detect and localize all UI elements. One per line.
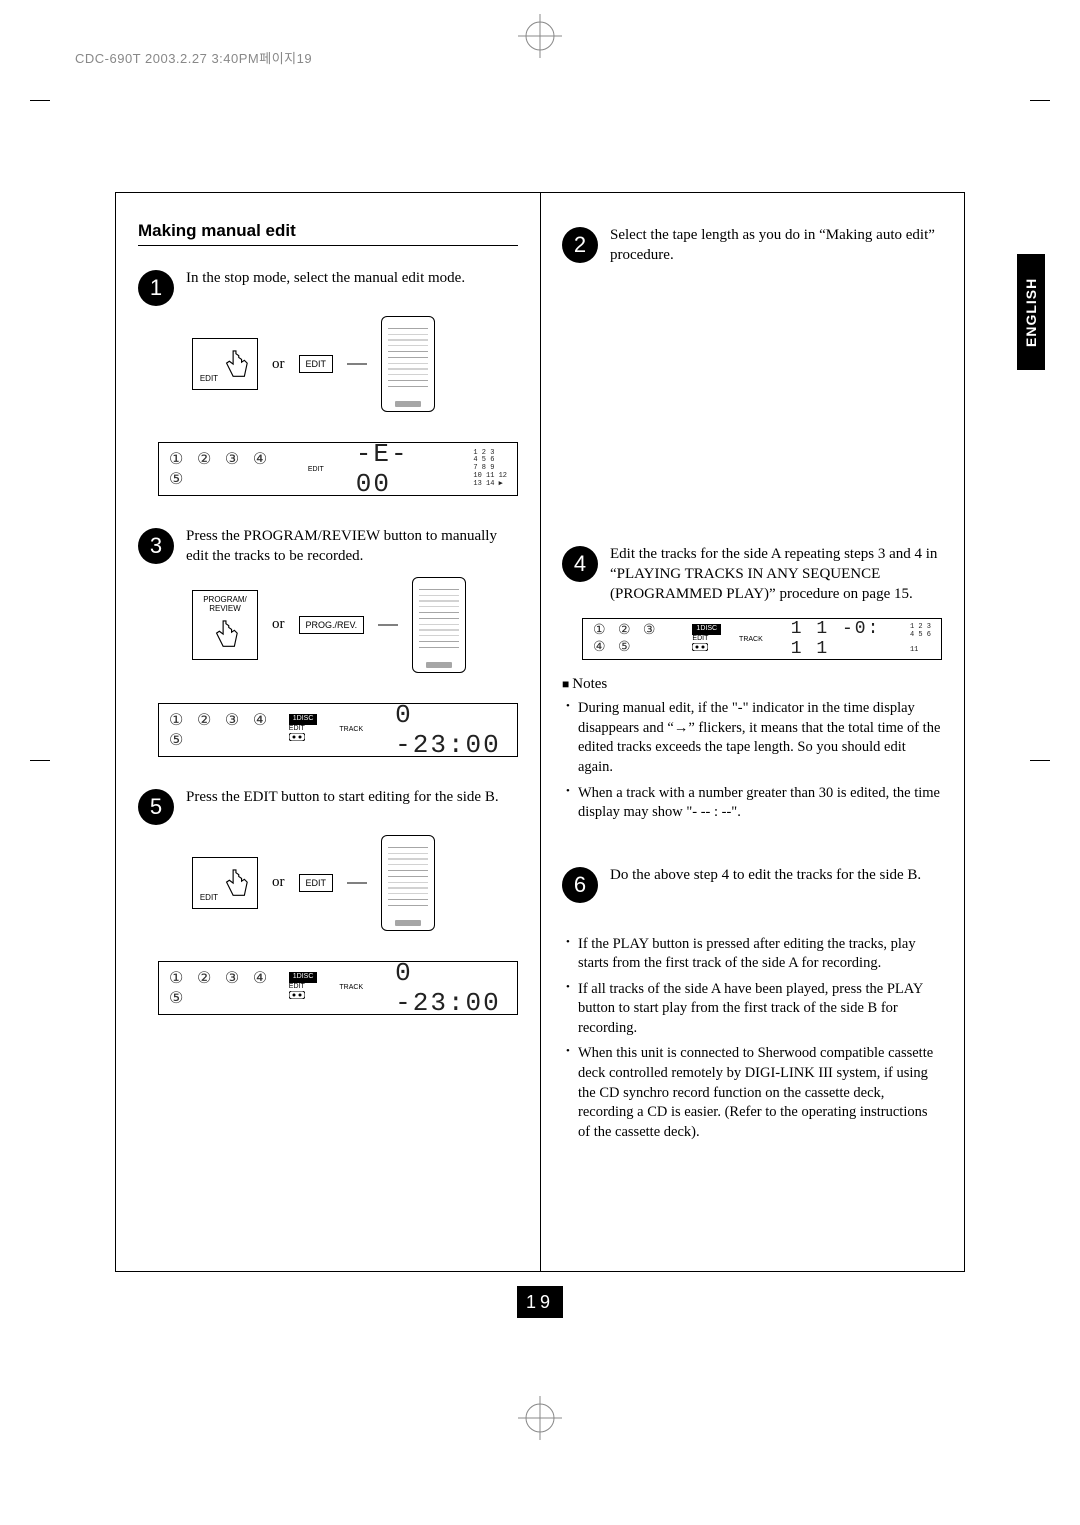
track-label: TRACK [339,984,363,991]
edit-indicator-label: EDIT [308,466,324,473]
right-column: 2 Select the tape length as you do in “M… [540,193,964,1271]
note-item: If all tracks of the side A have been pl… [566,980,942,1039]
disc-indicators: ① ② ③ ④ ⑤ [169,449,290,489]
note-item: When this unit is connected to Sherwood … [566,1044,942,1142]
spacer [562,829,942,865]
edit-remote-label: EDIT [299,874,334,892]
step-number: 4 [562,546,598,582]
display-text: 1 1 -0: 1 1 [791,619,896,659]
remote-icon [381,835,435,931]
step-number: 1 [138,270,174,306]
disc-indicators: ① ② ③ ④ ⑤ [169,968,271,1008]
step-number: 2 [562,227,598,263]
step-number: 3 [138,528,174,564]
remote-icon [381,316,435,412]
step3-controls: PROGRAM/ REVIEW or PROG./REV. [192,577,518,673]
or-label: or [272,616,285,633]
page-number: 19 [517,1286,563,1318]
crop-tick [30,760,50,761]
step6-notes: If the PLAY button is pressed after edit… [562,935,942,1143]
crop-tick [30,100,50,101]
hand-icon [210,619,240,651]
callout-line [347,876,367,890]
language-tab: ENGLISH [1017,254,1045,370]
spacer [562,276,942,544]
disc-indicators: ① ② ③ ④ ⑤ [593,622,678,656]
program-review-panel-button: PROGRAM/ REVIEW [192,590,258,660]
hand-icon [220,868,250,900]
side-a-icon [692,643,708,651]
step-2: 2 Select the tape length as you do in “M… [562,225,942,266]
section-title: Making manual edit [138,221,518,246]
edit-remote-label: EDIT [299,355,334,373]
display-text: 0 -23:00 [395,958,507,1018]
step5-display: ① ② ③ ④ ⑤ 1DISC EDIT TRACK 0 -23:00 [158,961,518,1015]
step5-controls: EDIT or EDIT [192,835,518,931]
crop-tick [1030,100,1050,101]
step3-display: ① ② ③ ④ ⑤ 1DISC EDIT TRACK 0 -23:00 [158,703,518,757]
crop-mark-top [518,14,562,63]
callout-line [347,357,367,371]
step-text: Press the PROGRAM/REVIEW button to manua… [186,526,518,567]
callout-line [378,618,398,632]
step1-display: ① ② ③ ④ ⑤ EDIT -E- 00 1 2 3 4 5 6 7 8 9 … [158,442,518,496]
disc-indicators: ① ② ③ ④ ⑤ [169,710,271,750]
or-label: or [272,356,285,373]
display-text: -E- 00 [356,439,456,499]
remote-icon [412,577,466,673]
step-number: 5 [138,789,174,825]
note-item: If the PLAY button is pressed after edit… [566,935,942,974]
display-indicators: 1DISC EDIT [289,972,322,1002]
left-column: Making manual edit 1 In the stop mode, s… [116,193,540,1271]
spacer [562,913,942,935]
print-header: CDC-690T 2003.2.27 3:40PM페이지19 [75,48,312,67]
display-text: 0 -23:00 [395,700,507,760]
step1-controls: EDIT or EDIT [192,316,518,412]
or-label: or [272,874,285,891]
note-item: When a track with a number greater than … [566,784,942,823]
display-indicators: 1DISC EDIT [692,624,725,654]
step4-display: ① ② ③ ④ ⑤ 1DISC EDIT TRACK 1 1 -0: 1 1 1… [582,618,942,660]
step-number: 6 [562,867,598,903]
track-label: TRACK [339,726,363,733]
step-5: 5 Press the EDIT button to start editing… [138,787,518,825]
step-3: 3 Press the PROGRAM/REVIEW button to man… [138,526,518,567]
side-a-icon [289,733,305,741]
crop-tick [1030,760,1050,761]
edit-panel-button: EDIT [192,857,258,909]
step-text: Press the EDIT button to start editing f… [186,787,518,825]
prog-remote-label: PROG./REV. [299,616,365,634]
page-content-frame: Making manual edit 1 In the stop mode, s… [115,192,965,1272]
step-4: 4 Edit the tracks for the side A repeati… [562,544,942,605]
note-item: During manual edit, if the "-" indicator… [566,699,942,777]
step4-notes: During manual edit, if the "-" indicator… [562,699,942,822]
edit-label: EDIT [200,893,218,902]
crop-mark-bottom [518,1396,562,1445]
display-indicators: 1DISC EDIT [289,714,322,744]
side-b-icon [289,991,305,999]
step-6: 6 Do the above step 4 to edit the tracks… [562,865,942,903]
display-track-grid: 1 2 3 4 5 6 7 8 9 10 11 12 13 14 ▶ [473,450,507,488]
step-text: In the stop mode, select the manual edit… [186,268,518,306]
hand-icon [220,349,250,381]
prog-rev-label: PROGRAM/ REVIEW [203,595,247,613]
edit-label: EDIT [200,374,218,383]
notes-heading: Notes [562,676,942,693]
track-label: TRACK [739,636,763,643]
step-text: Edit the tracks for the side A repeating… [610,544,942,605]
step-1: 1 In the stop mode, select the manual ed… [138,268,518,306]
step-text: Select the tape length as you do in “Mak… [610,225,942,266]
display-track-grid: 1 2 3 4 5 6 11 [910,624,931,655]
step-text: Do the above step 4 to edit the tracks f… [610,865,942,903]
edit-panel-button: EDIT [192,338,258,390]
